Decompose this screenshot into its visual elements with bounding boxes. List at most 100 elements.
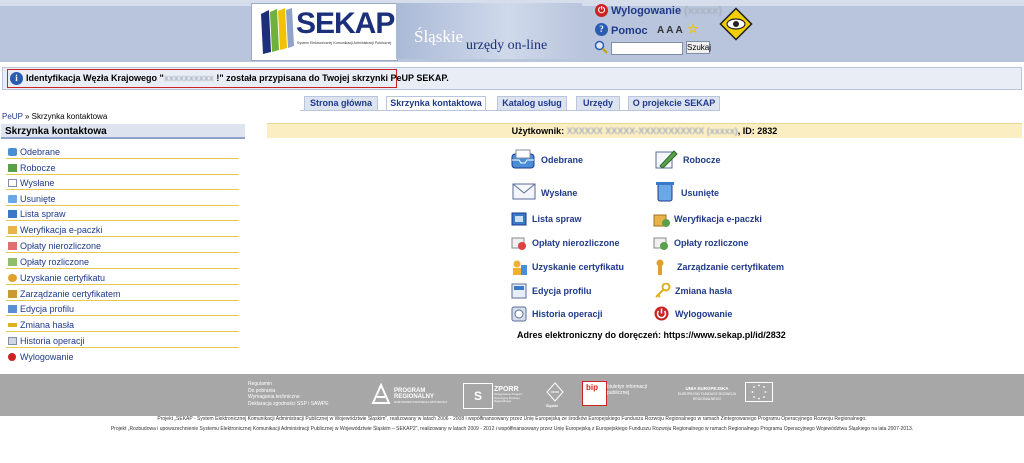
program-regionalny-logo-icon [371,383,391,404]
sidebar-item-label: Historia operacji [20,336,85,346]
zporr-sub: Zintegrowany Program Operacyjny Rozwoju … [494,392,523,403]
sidebar-item-zarzadzanie-certyfikatem[interactable]: Zarządzanie certyfikatem [6,287,239,301]
program-regionalny-title: PROGRAM REGIONALNY [394,388,435,400]
eye-accessibility-icon[interactable] [718,6,754,42]
notice-text-after: !" została przypisana do Twojej skrzynki… [213,73,449,83]
certificate-get-icon [513,260,527,275]
bip-text: biuletyn informacji publicznej [607,384,648,396]
sidebar-item-label: Opłaty nierozliczone [20,241,102,251]
sidebar-item-label: Usunięte [20,194,56,204]
sidebar-item-usuniete[interactable]: Usunięte [6,192,239,206]
search-icon[interactable] [594,40,608,54]
grid-item-label: Robocze [683,155,721,165]
breadcrumb: PeUP » Skrzynka kontaktowa [2,112,107,121]
footer-note-sekap2: Projekt „Rozbudowa i upowszechnienie Sys… [110,425,914,432]
draft-icon [8,164,17,172]
sidebar-item-wylogowanie[interactable]: Wylogowanie [6,350,239,364]
breadcrumb-root[interactable]: PeUP [2,112,23,121]
draft-icon [655,150,678,169]
search-input[interactable] [611,42,683,55]
sidebar-item-zmiana-hasla[interactable]: Zmiana hasła [6,318,239,332]
sidebar-item-label: Wylogowanie [20,352,74,362]
eu-logo-text[interactable]: UNIA EUROPEJSKA EUROPEJSKI FUNDUSZ ROZWO… [672,386,742,401]
grid-item-label: Zmiana hasła [675,286,733,296]
grid-item-label: Wylogowanie [675,309,733,319]
logout-link[interactable]: Wylogowanie (xxxxx) [611,5,722,17]
bip-logo[interactable]: bip [582,381,607,406]
grid-item-label: Historia operacji [532,309,603,319]
sidebar-item-oplaty-rozliczone[interactable]: Opłaty rozliczone [6,255,239,269]
search-button[interactable]: Szukaj [686,41,711,54]
sidebar-item-uzyskanie-certyfikatu[interactable]: Uzyskanie certyfikatu [6,271,239,285]
slogan-online: urzędy on-line [466,38,548,53]
sidebar-item-label: Uzyskanie certyfikatu [20,273,106,283]
help-link[interactable]: Pomoc [611,25,648,37]
eu-sub: EUROPEJSKI FUNDUSZ ROZWOJU REGIONALNEGO [677,392,737,401]
sidebar-item-label: Opłaty rozliczone [20,257,90,267]
tab-o-projekcie[interactable]: O projekcie SEKAP [628,96,720,111]
sent-icon [8,179,17,187]
sidebar-item-oplaty-nierozliczone[interactable]: Opłaty nierozliczone [6,239,239,253]
grid-item-label: Wysłane [541,188,578,198]
footer-link-deklaracja[interactable]: Deklaracja zgodności SSP i SAWPE [248,401,329,408]
info-icon: i [10,72,23,85]
logout-label: Wylogowanie [611,5,682,17]
sidebar-item-edycja-profilu[interactable]: Edycja profilu [6,302,239,316]
notice-message: i Identyfikacja Węzła Krajowego "xxxxxxx… [7,69,449,88]
certificate-manage-icon [656,259,664,275]
tab-strona-glowna[interactable]: Strona główna [304,96,378,111]
breadcrumb-current: Skrzynka kontaktowa [31,112,108,121]
sidebar-item-label: Edycja profilu [20,304,75,314]
sidebar-item-label: Odebrane [20,147,61,157]
inbox-icon [511,149,535,169]
user-info-bar: Użytkownik: XXXXXX XXXXX-XXXXXXXXXXX (xx… [267,123,1022,138]
sidebar-item-lista-spraw[interactable]: Lista spraw [6,207,239,221]
inbox-icon [8,148,17,156]
page-header: SEKAP System Elektronicznej Komunikacji … [0,0,1024,62]
eu-flag-icon [745,382,773,402]
zporr-logo[interactable]: ZPORR Zintegrowany Program Operacyjny Ro… [494,386,530,404]
logout-icon [654,306,669,321]
star-icon[interactable]: ☆ [687,21,699,36]
zporr-symbol-icon: S [463,383,493,409]
breadcrumb-separator: » [22,112,32,121]
grid-item-label: Edycja profilu [532,286,592,296]
sidebar-item-label: Zmiana hasła [20,320,75,330]
package-verify-icon [8,226,17,234]
help-icon[interactable]: ? [595,23,608,36]
sidebar-item-odebrane[interactable]: Odebrane [6,145,239,159]
tab-katalog-uslug[interactable]: Katalog usług [497,96,567,111]
grid-item-label: Weryfikacja e-paczki [674,214,762,224]
unpaid-fees-icon [8,242,17,250]
logo-text: SEKAP [296,7,395,40]
tab-underline [300,110,720,111]
slogan-region: Śląskie [414,27,464,46]
profile-edit-icon [511,283,527,299]
sidebar-item-historia-operacji[interactable]: Historia operacji [6,334,239,348]
font-size-controls[interactable]: A A A ☆ [657,20,699,38]
paid-fees-icon [8,258,17,266]
key-icon [8,323,17,327]
program-regionalny-logo[interactable]: PROGRAM REGIONALNY NARODOWA STRATEGIA SP… [394,388,447,404]
notice-text-before: Identyfikacja Węzła Krajowego " [26,73,164,83]
sidebar-item-label: Zarządzanie certyfikatem [20,289,121,299]
trash-icon [8,195,17,203]
logout-user: (xxxxx) [684,5,723,17]
sidebar-item-weryfikacja-e-paczki[interactable]: Weryfikacja e-paczki [6,223,239,237]
history-icon [8,337,17,345]
program-regionalny-sub: NARODOWA STRATEGIA SPÓJNOŚCI [394,400,448,404]
sidebar-title: Skrzynka kontaktowa [1,124,245,139]
delivery-address: Adres elektroniczny do doręczeń: https:/… [517,330,786,340]
sidebar-item-wyslane[interactable]: Wysłane [6,176,239,190]
tab-skrzynka-kontaktowa[interactable]: Skrzynka kontaktowa [386,96,486,111]
case-list-icon [8,210,17,218]
sidebar-item-label: Wysłane [20,178,55,188]
paid-fees-icon [653,237,668,250]
sekap-logo[interactable]: SEKAP System Elektronicznej Komunikacji … [251,3,398,61]
sidebar-item-robocze[interactable]: Robocze [6,161,239,175]
power-icon[interactable]: ⏻ [595,4,608,17]
bip-mark: bip [586,383,598,392]
tab-urzedy[interactable]: Urzędy [576,96,620,111]
grid-item-label: Odebrane [541,155,584,165]
slaskie-logo-text[interactable]: Śląskie [546,403,558,409]
